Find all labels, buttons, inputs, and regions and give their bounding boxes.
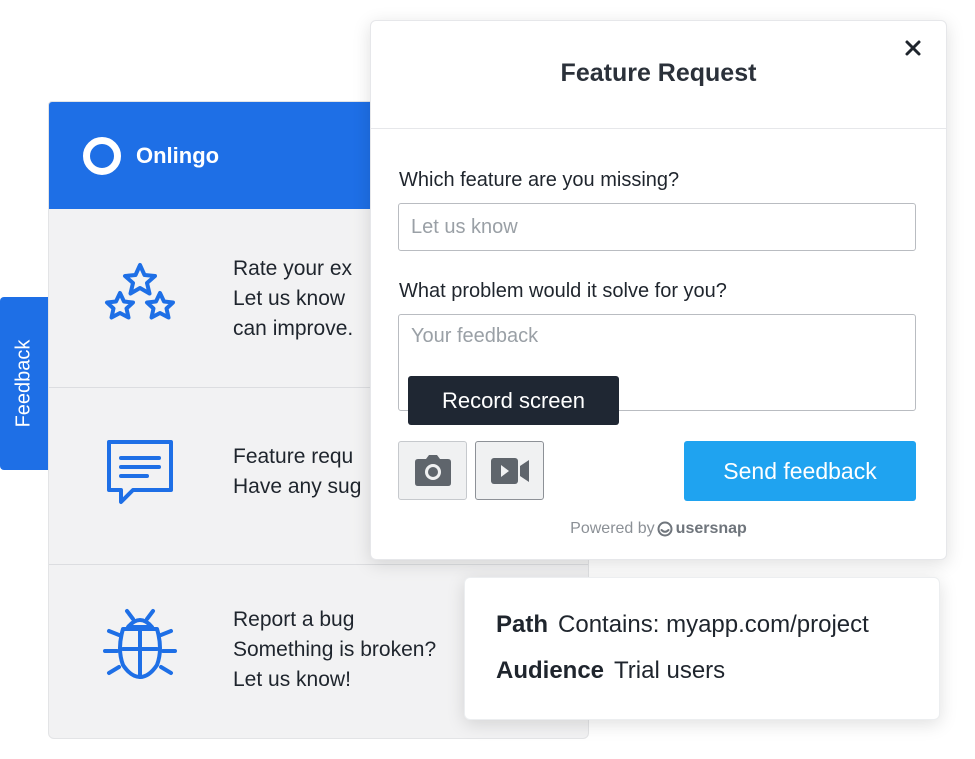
menu-item-line: Have any sug	[233, 475, 362, 498]
feedback-side-tab[interactable]: Feedback	[0, 297, 48, 470]
onlingo-logo-icon	[83, 136, 121, 175]
camera-icon	[414, 454, 451, 486]
audience-row: Audience Trial users	[496, 657, 725, 685]
path-value: Contains: myapp.com/project	[558, 611, 869, 638]
usersnap-brand-text: usersnap	[675, 520, 747, 537]
audience-value: Trial users	[614, 657, 726, 684]
menu-item-line: Report a bug	[233, 608, 355, 631]
usersnap-icon	[657, 521, 673, 537]
feature-missing-input[interactable]	[398, 203, 916, 251]
chat-icon	[107, 440, 173, 504]
send-feedback-button[interactable]: Send feedback	[684, 441, 916, 501]
menu-item-line: Let us know!	[233, 668, 351, 691]
close-icon[interactable]	[902, 37, 924, 59]
stars-icon	[105, 263, 175, 320]
menu-item-line: Let us know	[233, 287, 346, 310]
path-row: Path Contains: myapp.com/project	[496, 611, 869, 639]
powered-by: Powered by usersnap	[371, 520, 946, 538]
menu-item-text: Report a bug Something is broken? Let us…	[233, 605, 436, 695]
menu-item-line: can improve.	[233, 317, 354, 340]
menu-item-text: Feature requ Have any sug	[233, 442, 361, 502]
brand-name: Onlingo	[136, 142, 220, 168]
modal-title: Feature Request	[560, 59, 757, 87]
feedback-tab-label: Feedback	[12, 339, 35, 428]
path-label: Path	[496, 611, 549, 638]
modal-divider	[371, 128, 946, 129]
menu-item-line: Something is broken?	[233, 638, 437, 661]
record-screen-tooltip: Record screen	[408, 376, 619, 425]
screenshot-button[interactable]	[398, 441, 467, 500]
feature-missing-label: Which feature are you missing?	[399, 169, 680, 191]
targeting-card: Path Contains: myapp.com/project Audience…	[464, 577, 940, 720]
menu-item-text: Rate your ex Let us know can improve.	[233, 254, 353, 344]
record-screen-button[interactable]	[475, 441, 544, 500]
video-camera-icon	[490, 457, 529, 484]
problem-solved-label: What problem would it solve for you?	[399, 280, 727, 302]
menu-item-line: Feature requ	[233, 445, 354, 468]
audience-label: Audience	[496, 657, 605, 684]
feature-request-modal: Feature Request Which feature are you mi…	[370, 20, 947, 560]
usersnap-logo[interactable]: usersnap	[657, 520, 747, 538]
menu-item-line: Rate your ex	[233, 257, 353, 280]
powered-by-text: Powered by	[570, 520, 655, 537]
bug-icon	[103, 609, 177, 679]
